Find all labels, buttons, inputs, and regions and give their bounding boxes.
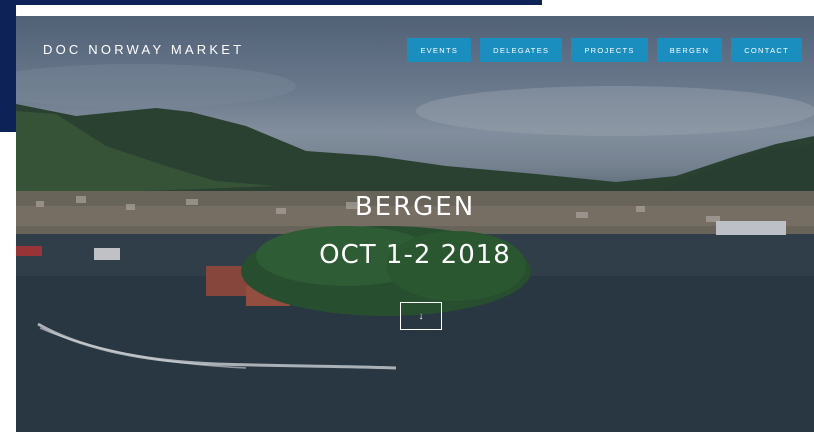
site-logo[interactable]: DOC NORWAY MARKET (43, 42, 244, 57)
frame-top-bar (0, 0, 542, 5)
hero-city-heading: BERGEN (354, 192, 476, 222)
scroll-down-button[interactable]: ↓ (400, 302, 442, 330)
nav-delegates-button[interactable]: DELEGATES (480, 38, 563, 62)
arrow-down-icon: ↓ (418, 310, 424, 322)
main-nav: EVENTS DELEGATES PROJECTS BERGEN CONTACT (407, 38, 802, 62)
hero-section: DOC NORWAY MARKET EVENTS DELEGATES PROJE… (16, 16, 814, 432)
hero-dim-overlay (16, 16, 814, 432)
nav-projects-button[interactable]: PROJECTS (571, 38, 648, 62)
frame-left-bar (0, 0, 16, 132)
hero-date-heading: OCT 1-2 2018 (319, 240, 511, 270)
nav-contact-button[interactable]: CONTACT (731, 38, 802, 62)
nav-bergen-button[interactable]: BERGEN (656, 38, 723, 62)
nav-events-button[interactable]: EVENTS (407, 38, 472, 62)
